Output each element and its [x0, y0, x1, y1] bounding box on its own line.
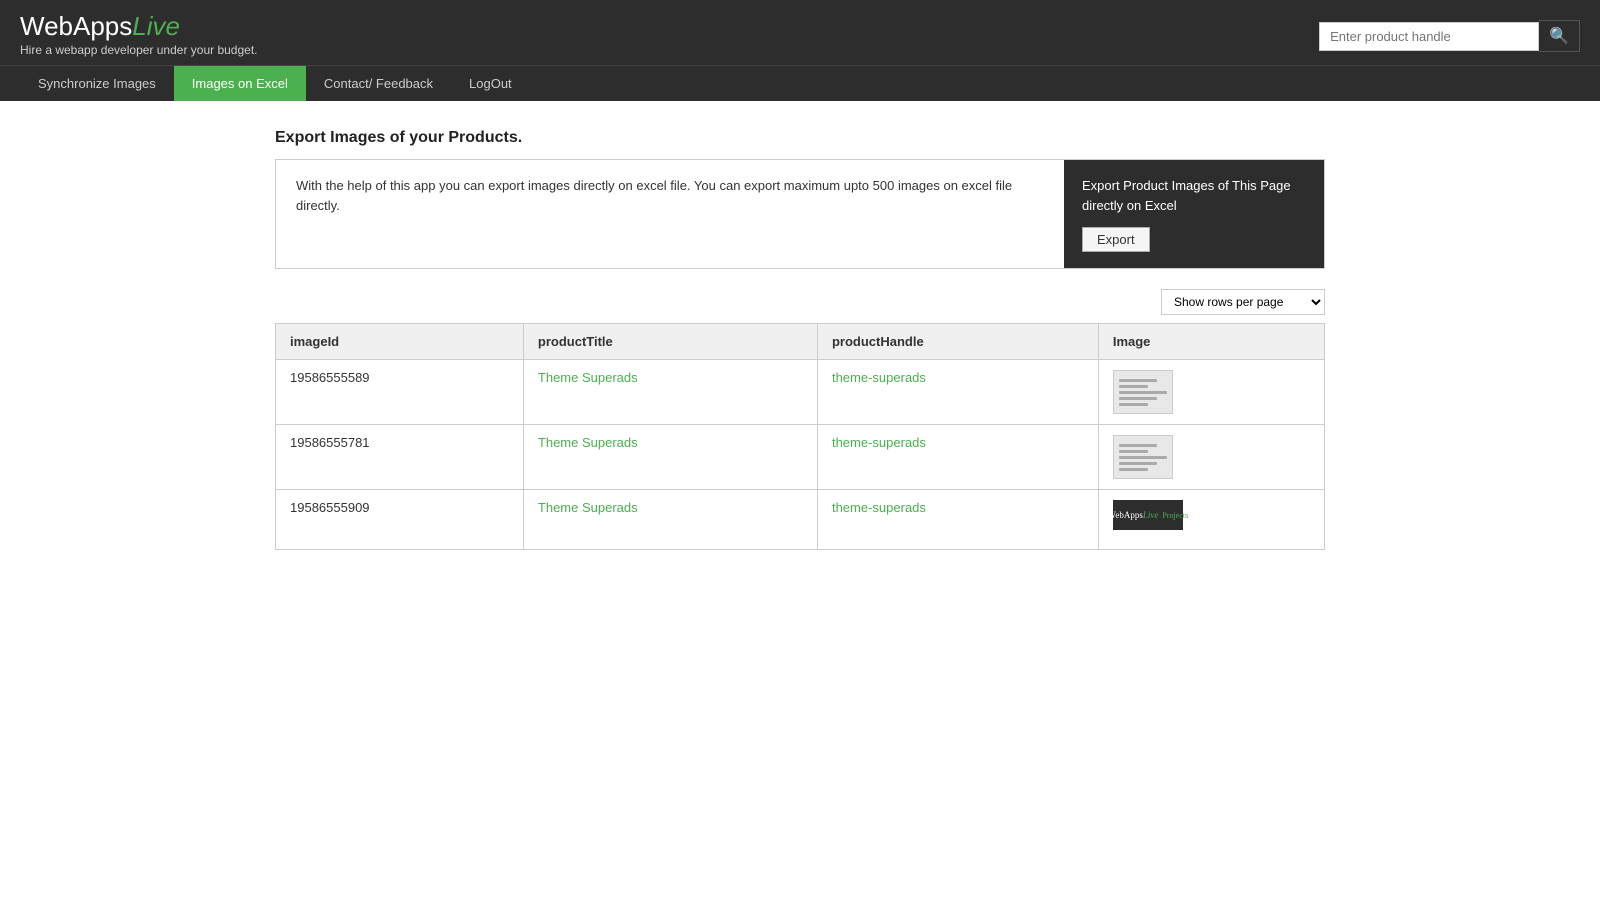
table-row: 19586555909Theme Superadstheme-superads … — [276, 490, 1325, 550]
navbar: Synchronize Images Images on Excel Conta… — [0, 65, 1600, 101]
header-left: WebAppsLive Hire a webapp developer unde… — [20, 12, 258, 65]
thumb-line — [1119, 391, 1167, 394]
nav-item-logout[interactable]: LogOut — [451, 66, 530, 101]
thumb-line — [1119, 462, 1157, 465]
logo: WebAppsLive — [20, 12, 258, 41]
thumb-line — [1119, 403, 1148, 406]
thumb-line — [1119, 379, 1157, 382]
cell-product-handle: theme-superads — [817, 490, 1098, 550]
thumb-line — [1119, 444, 1157, 447]
logo-live: Live — [132, 11, 180, 41]
col-image: Image — [1098, 324, 1324, 360]
table-row: 19586555589Theme Superadstheme-superads — [276, 360, 1325, 425]
nav-item-contact[interactable]: Contact/ Feedback — [306, 66, 451, 101]
thumb-dark: WebAppsLive Projects — [1113, 500, 1183, 530]
thumb-line — [1119, 450, 1148, 453]
search-area: 🔍 — [1319, 20, 1580, 52]
col-product-handle: productHandle — [817, 324, 1098, 360]
cell-product-title: Theme Superads — [523, 360, 817, 425]
thumb-placeholder — [1113, 435, 1173, 479]
thumb-line — [1119, 456, 1167, 459]
thumb-line — [1119, 397, 1157, 400]
info-right: Export Product Images of This Page direc… — [1064, 160, 1324, 269]
col-product-title: productTitle — [523, 324, 817, 360]
col-image-id: imageId — [276, 324, 524, 360]
cell-image — [1098, 360, 1324, 425]
search-button[interactable]: 🔍 — [1539, 20, 1580, 52]
cell-product-handle: theme-superads — [817, 360, 1098, 425]
info-box: With the help of this app you can export… — [275, 159, 1325, 270]
thumb-logo-live: Live — [1143, 510, 1159, 520]
page-title: Export Images of your Products. — [275, 129, 1325, 147]
info-text: With the help of this app you can export… — [296, 178, 1012, 214]
table-row: 19586555781Theme Superadstheme-superads — [276, 425, 1325, 490]
table-header-row: imageId productTitle productHandle Image — [276, 324, 1325, 360]
rows-per-page-select[interactable]: Show rows per page 10 25 50 — [1161, 289, 1325, 315]
nav-item-images-excel[interactable]: Images on Excel — [174, 66, 306, 101]
cell-image — [1098, 425, 1324, 490]
thumb-placeholder — [1113, 370, 1173, 414]
info-left: With the help of this app you can export… — [276, 160, 1064, 269]
thumb-logo-web: WebApps — [1108, 510, 1143, 520]
cell-image: WebAppsLive Projects — [1098, 490, 1324, 550]
cell-product-title: Theme Superads — [523, 425, 817, 490]
data-table: imageId productTitle productHandle Image… — [275, 323, 1325, 550]
main-content: Export Images of your Products. With the… — [265, 129, 1335, 551]
export-button[interactable]: Export — [1082, 227, 1150, 252]
cell-product-title: Theme Superads — [523, 490, 817, 550]
cell-image-id: 19586555589 — [276, 360, 524, 425]
logo-web: WebApps — [20, 11, 132, 41]
header: WebAppsLive Hire a webapp developer unde… — [0, 0, 1600, 65]
thumb-line — [1119, 385, 1148, 388]
info-right-title: Export Product Images of This Page direc… — [1082, 176, 1306, 218]
thumb-projects: Projects — [1162, 511, 1188, 520]
search-input[interactable] — [1319, 22, 1539, 51]
cell-product-handle: theme-superads — [817, 425, 1098, 490]
tagline: Hire a webapp developer under your budge… — [20, 43, 258, 57]
cell-image-id: 19586555909 — [276, 490, 524, 550]
nav-item-synchronize[interactable]: Synchronize Images — [20, 66, 174, 101]
table-controls: Show rows per page 10 25 50 — [275, 289, 1325, 315]
thumb-line — [1119, 468, 1148, 471]
cell-image-id: 19586555781 — [276, 425, 524, 490]
